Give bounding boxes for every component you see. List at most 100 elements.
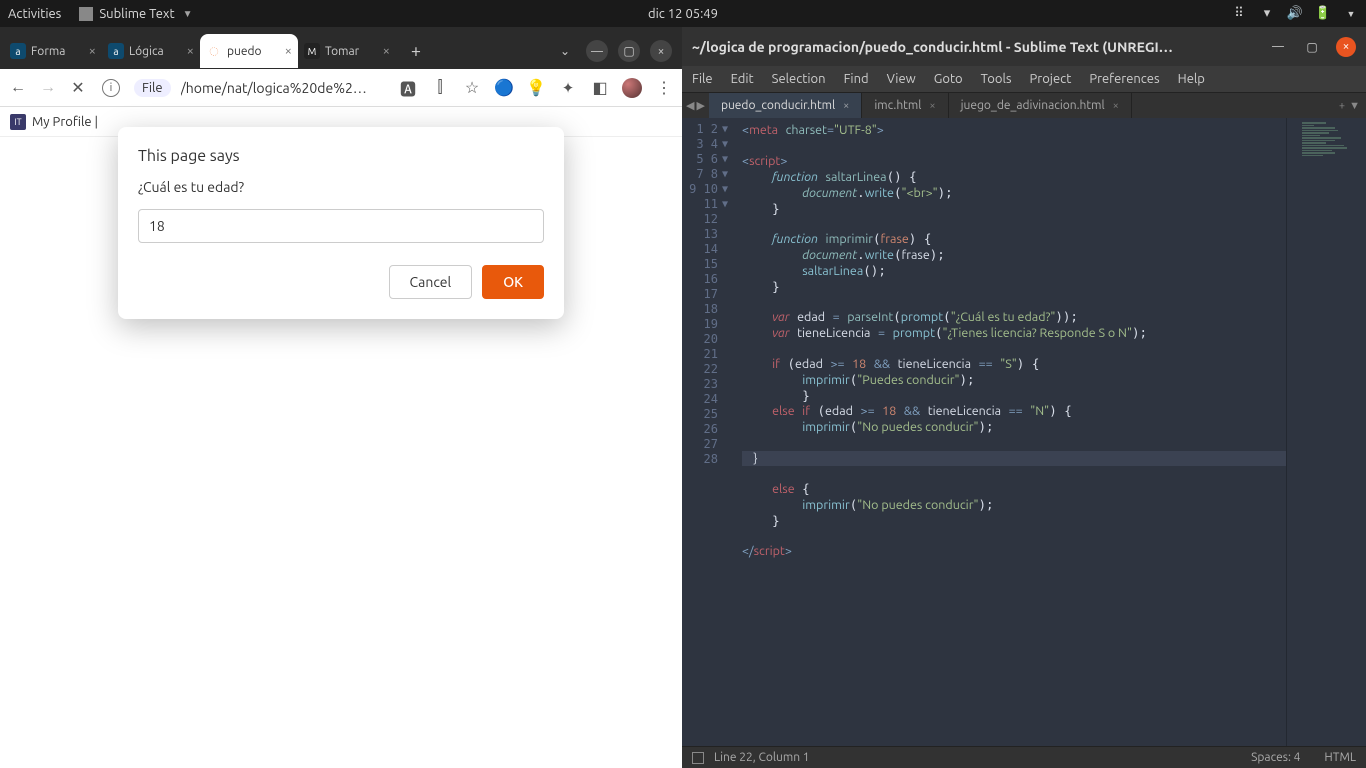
menu-find[interactable]: Find: [844, 72, 869, 86]
editor-tab-active[interactable]: puedo_conducir.html ×: [709, 93, 862, 118]
tab-close-icon[interactable]: ×: [1113, 100, 1119, 112]
menu-project[interactable]: Project: [1030, 72, 1072, 86]
window-close-button[interactable]: ×: [650, 40, 672, 62]
tab-label: juego_de_adivinacion.html: [961, 99, 1105, 112]
site-info-icon[interactable]: i: [102, 79, 120, 97]
new-tab-button[interactable]: +: [402, 37, 430, 65]
window-maximize-button[interactable]: ▢: [1302, 37, 1322, 57]
browser-tab[interactable]: M Tomar ×: [298, 34, 396, 68]
tab-close-icon[interactable]: ×: [187, 44, 194, 58]
tab-overflow-icon[interactable]: ▼: [1349, 100, 1360, 112]
dialog-ok-button[interactable]: OK: [482, 265, 544, 299]
editor-tab[interactable]: imc.html ×: [862, 93, 948, 118]
browser-window: a Forma × a Lógica × ◌ puedo × M Tomar ×…: [0, 27, 682, 768]
nav-forward-button[interactable]: →: [38, 78, 58, 98]
browser-tabstrip: a Forma × a Lógica × ◌ puedo × M Tomar ×…: [0, 27, 682, 69]
sublime-tabstrip: ◀▶ puedo_conducir.html × imc.html × jueg…: [682, 93, 1366, 118]
menu-selection[interactable]: Selection: [772, 72, 826, 86]
window-minimize-button[interactable]: —: [586, 40, 608, 62]
lightbulb-icon[interactable]: 💡: [526, 78, 546, 98]
sublime-logo-icon: [79, 7, 93, 21]
clock[interactable]: dic 12 05:49: [648, 7, 718, 21]
panel-toggle-icon[interactable]: [692, 752, 704, 764]
profile-avatar[interactable]: [622, 78, 642, 98]
translate-icon[interactable]: 🅰: [398, 78, 418, 98]
tab-close-icon[interactable]: ×: [285, 44, 292, 58]
tab-label: imc.html: [874, 99, 921, 112]
code-editor[interactable]: <meta charset="UTF-8"> <script> function…: [736, 118, 1286, 746]
dialog-cancel-button[interactable]: Cancel: [389, 265, 473, 299]
bookmark-item[interactable]: My Profile |: [32, 115, 98, 129]
bookmark-favicon-icon: IT: [10, 114, 26, 130]
fold-gutter: ▼ ▼ ▼ ▼ ▼ ▼: [722, 118, 736, 746]
active-app-name: Sublime Text: [99, 7, 174, 21]
extension-icon[interactable]: 🔵: [494, 78, 514, 98]
sidepanel-icon[interactable]: ◧: [590, 78, 610, 98]
tab-label: Lógica: [129, 45, 164, 58]
minimap[interactable]: [1286, 118, 1366, 746]
gnome-top-bar: Activities Sublime Text ▼ dic 12 05:49 ⠿…: [0, 0, 1366, 27]
extensions-puzzle-icon[interactable]: ✦: [558, 78, 578, 98]
window-minimize-button[interactable]: —: [1268, 37, 1288, 57]
window-maximize-button[interactable]: ▢: [618, 40, 640, 62]
browser-tab-active[interactable]: ◌ puedo ×: [200, 34, 298, 68]
nav-back-button[interactable]: ←: [8, 78, 28, 98]
page-content: This page says ¿Cuál es tu edad? Cancel …: [0, 137, 682, 768]
tab-scroll-right-icon[interactable]: ▶: [696, 99, 704, 112]
tab-overflow-chevron-icon[interactable]: ⌄: [554, 40, 576, 62]
address-scheme: File: [134, 79, 171, 97]
sublime-titlebar: ~/logica de programacion/puedo_conducir.…: [682, 27, 1366, 66]
volume-icon[interactable]: 🔊: [1288, 7, 1302, 21]
tab-close-icon[interactable]: ×: [383, 44, 390, 58]
tab-label: puedo_conducir.html: [721, 99, 835, 112]
menu-tools[interactable]: Tools: [981, 72, 1012, 86]
menu-help[interactable]: Help: [1178, 72, 1205, 86]
tab-label: puedo: [227, 45, 262, 58]
browser-toolbar: ← → ✕ i File /home/nat/logica%20de%2… 🅰 …: [0, 69, 682, 107]
syntax-status[interactable]: HTML: [1324, 751, 1356, 764]
battery-icon[interactable]: 🔋: [1316, 7, 1330, 21]
favicon-icon: a: [10, 43, 26, 59]
favicon-icon: a: [108, 43, 124, 59]
dropbox-icon[interactable]: ⠿: [1232, 7, 1246, 21]
sublime-window: ~/logica de programacion/puedo_conducir.…: [682, 27, 1366, 768]
nav-stop-button[interactable]: ✕: [68, 78, 88, 98]
menu-preferences[interactable]: Preferences: [1089, 72, 1159, 86]
indentation-status[interactable]: Spaces: 4: [1251, 751, 1300, 764]
tab-add-icon[interactable]: +: [1339, 100, 1345, 112]
javascript-prompt-dialog: This page says ¿Cuál es tu edad? Cancel …: [118, 127, 564, 319]
tab-scroll-left-icon[interactable]: ◀: [686, 99, 694, 112]
tab-close-icon[interactable]: ×: [89, 44, 96, 58]
address-bar[interactable]: /home/nat/logica%20de%2…: [181, 80, 388, 96]
favicon-icon: M: [304, 43, 320, 59]
sublime-status-bar: Line 22, Column 1 Spaces: 4 HTML: [682, 746, 1366, 768]
tab-close-icon[interactable]: ×: [929, 100, 935, 112]
tab-label: Tomar: [325, 45, 359, 58]
tab-close-icon[interactable]: ×: [843, 100, 849, 112]
active-app-indicator[interactable]: Sublime Text ▼: [79, 7, 192, 21]
browser-tab[interactable]: a Forma ×: [4, 34, 102, 68]
system-menu-chevron-icon[interactable]: ▼: [1344, 7, 1358, 21]
browser-tab[interactable]: a Lógica ×: [102, 34, 200, 68]
wifi-icon[interactable]: ▾: [1260, 7, 1274, 21]
activities-button[interactable]: Activities: [8, 7, 61, 21]
editor-tab[interactable]: juego_de_adivinacion.html ×: [949, 93, 1132, 118]
sublime-title: ~/logica de programacion/puedo_conducir.…: [692, 39, 1268, 55]
window-close-button[interactable]: ×: [1336, 37, 1356, 57]
menu-kebab-icon[interactable]: ⋮: [654, 78, 674, 98]
menu-view[interactable]: View: [887, 72, 916, 86]
tab-label: Forma: [31, 45, 65, 58]
dialog-input[interactable]: [138, 209, 544, 243]
menu-file[interactable]: File: [692, 72, 713, 86]
menu-edit[interactable]: Edit: [731, 72, 754, 86]
loading-spinner-icon: ◌: [206, 43, 222, 59]
cursor-position: Line 22, Column 1: [714, 751, 810, 764]
chevron-down-icon: ▼: [183, 8, 193, 20]
bookmark-star-icon[interactable]: ☆: [462, 78, 482, 98]
sublime-menu-bar: File Edit Selection Find View Goto Tools…: [682, 66, 1366, 93]
editor-area[interactable]: 1 2 3 4 5 6 7 8 9 10 11 12 13 14 15 16 1…: [682, 118, 1366, 746]
line-number-gutter: 1 2 3 4 5 6 7 8 9 10 11 12 13 14 15 16 1…: [682, 118, 722, 746]
share-icon[interactable]: ⫿: [430, 78, 450, 98]
dialog-message: ¿Cuál es tu edad?: [138, 179, 544, 195]
menu-goto[interactable]: Goto: [934, 72, 963, 86]
